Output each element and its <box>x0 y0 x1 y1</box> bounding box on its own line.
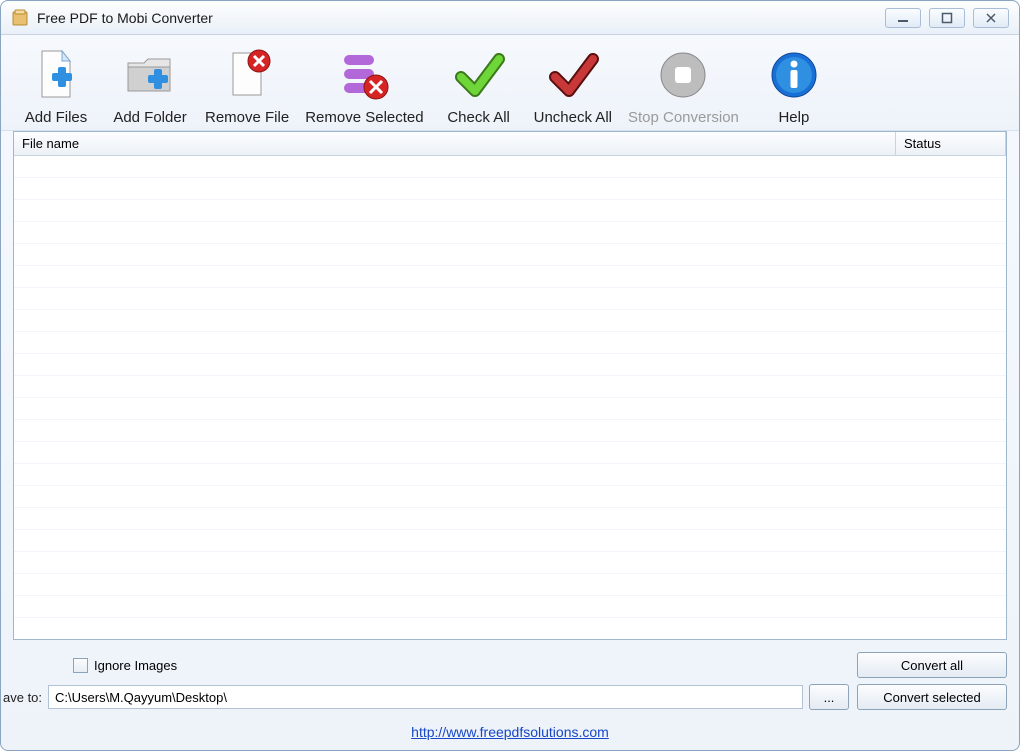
info-icon <box>762 43 826 107</box>
check-all-label: Check All <box>447 109 510 126</box>
maximize-button[interactable] <box>929 8 965 28</box>
column-filename[interactable]: File name <box>14 132 896 155</box>
help-button[interactable]: Help <box>749 41 839 130</box>
footer-link[interactable]: http://www.freepdfsolutions.com <box>411 724 609 740</box>
window-title: Free PDF to Mobi Converter <box>37 10 885 26</box>
add-files-label: Add Files <box>25 109 88 126</box>
convert-selected-button[interactable]: Convert selected <box>857 684 1007 710</box>
minimize-button[interactable] <box>885 8 921 28</box>
uncheck-all-icon <box>541 43 605 107</box>
convert-all-button[interactable]: Convert all <box>857 652 1007 678</box>
close-button[interactable] <box>973 8 1009 28</box>
add-folder-button[interactable]: Add Folder <box>105 41 195 130</box>
column-status[interactable]: Status <box>896 132 1006 155</box>
column-headers: File name Status <box>14 132 1006 156</box>
ignore-images-label: Ignore Images <box>94 658 177 673</box>
footer: http://www.freepdfsolutions.com <box>1 720 1019 750</box>
save-to-label: ave to: <box>1 690 42 705</box>
check-all-button[interactable]: Check All <box>434 41 524 130</box>
remove-file-label: Remove File <box>205 109 289 126</box>
stop-icon <box>651 43 715 107</box>
stop-conversion-button[interactable]: Stop Conversion <box>622 41 745 130</box>
file-list-body[interactable] <box>14 156 1006 639</box>
file-plus-icon <box>24 43 88 107</box>
save-to-input[interactable] <box>48 685 803 709</box>
remove-selected-button[interactable]: Remove Selected <box>299 41 429 130</box>
help-label: Help <box>778 109 809 126</box>
bottom-panel: Ignore Images Convert all ave to: ... Co… <box>1 646 1019 720</box>
app-window: Free PDF to Mobi Converter <box>0 0 1020 751</box>
app-icon <box>11 9 29 27</box>
toolbar: Add Files Add Folder <box>1 35 1019 131</box>
file-list: File name Status <box>13 131 1007 640</box>
list-remove-icon <box>332 43 396 107</box>
browse-button[interactable]: ... <box>809 684 849 710</box>
file-remove-icon <box>215 43 279 107</box>
add-folder-label: Add Folder <box>113 109 186 126</box>
uncheck-all-button[interactable]: Uncheck All <box>528 41 618 130</box>
remove-selected-label: Remove Selected <box>305 109 423 126</box>
titlebar: Free PDF to Mobi Converter <box>1 1 1019 35</box>
remove-file-button[interactable]: Remove File <box>199 41 295 130</box>
stop-conversion-label: Stop Conversion <box>628 109 739 126</box>
window-controls <box>885 8 1009 28</box>
check-all-icon <box>447 43 511 107</box>
uncheck-all-label: Uncheck All <box>534 109 612 126</box>
ignore-images-checkbox[interactable] <box>73 658 88 673</box>
add-files-button[interactable]: Add Files <box>11 41 101 130</box>
folder-plus-icon <box>118 43 182 107</box>
